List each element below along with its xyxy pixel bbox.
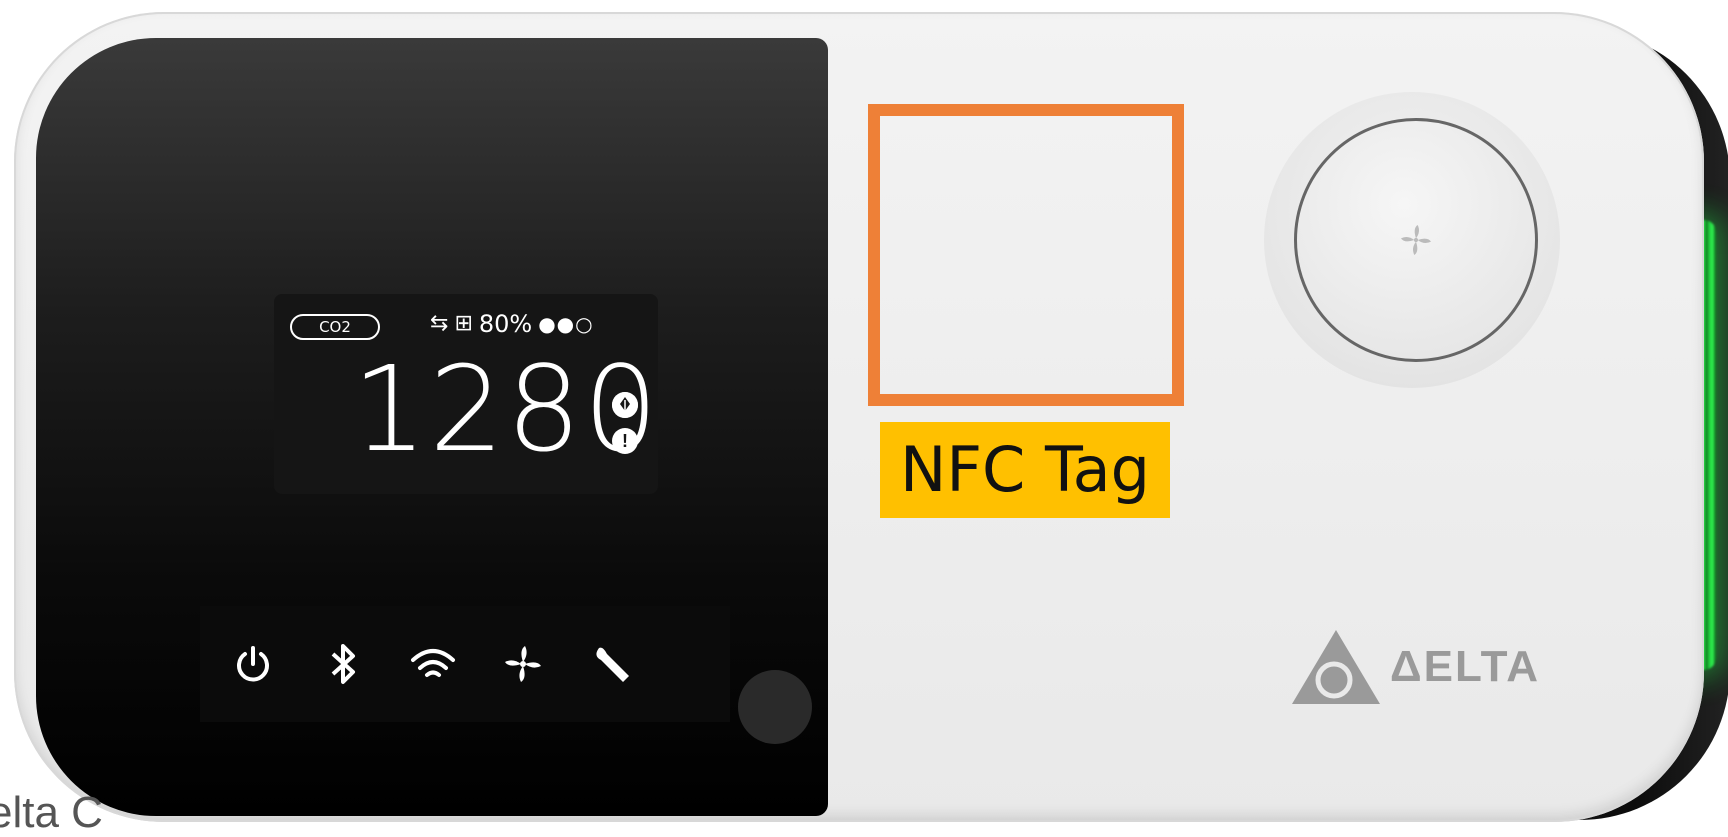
nfc-highlight-box bbox=[868, 104, 1184, 406]
fan-icon[interactable] bbox=[498, 639, 548, 689]
touch-control-bar bbox=[200, 606, 730, 722]
device-photo: CO2 ⇆ ⊞ 80% ●●○ 1280 ! NFC Tag ΔELTA elt… bbox=[0, 0, 1728, 837]
wifi-icon[interactable] bbox=[408, 639, 458, 689]
co2-label: CO2 bbox=[290, 314, 380, 340]
bluetooth-icon[interactable] bbox=[318, 639, 368, 689]
logo-text: ΔELTA bbox=[1390, 642, 1540, 691]
indicator-icons: ! bbox=[612, 392, 640, 454]
leaf-icon bbox=[612, 392, 638, 418]
nfc-label: NFC Tag bbox=[880, 422, 1170, 518]
fan-dial[interactable] bbox=[1294, 118, 1538, 362]
front-panel: CO2 ⇆ ⊞ 80% ●●○ 1280 ! bbox=[36, 38, 828, 816]
delta-triangle-icon bbox=[1292, 630, 1380, 704]
status-row: ⇆ ⊞ 80% ●●○ bbox=[430, 310, 594, 338]
humidity-value: 80% bbox=[478, 310, 533, 338]
caption-text: elta C bbox=[0, 788, 103, 837]
wrench-icon[interactable] bbox=[588, 639, 638, 689]
power-icon[interactable] bbox=[228, 639, 278, 689]
level-dots: ●●○ bbox=[538, 312, 594, 336]
fan-icon bbox=[1401, 225, 1431, 255]
alert-icon: ! bbox=[612, 428, 638, 454]
sync-icon: ⇆ bbox=[430, 311, 449, 336]
grid-icon: ⊞ bbox=[454, 311, 473, 336]
lcd-screen: CO2 ⇆ ⊞ 80% ●●○ 1280 ! bbox=[274, 294, 658, 494]
delta-logo: ΔELTA bbox=[1290, 628, 1540, 706]
round-button[interactable] bbox=[738, 670, 812, 744]
